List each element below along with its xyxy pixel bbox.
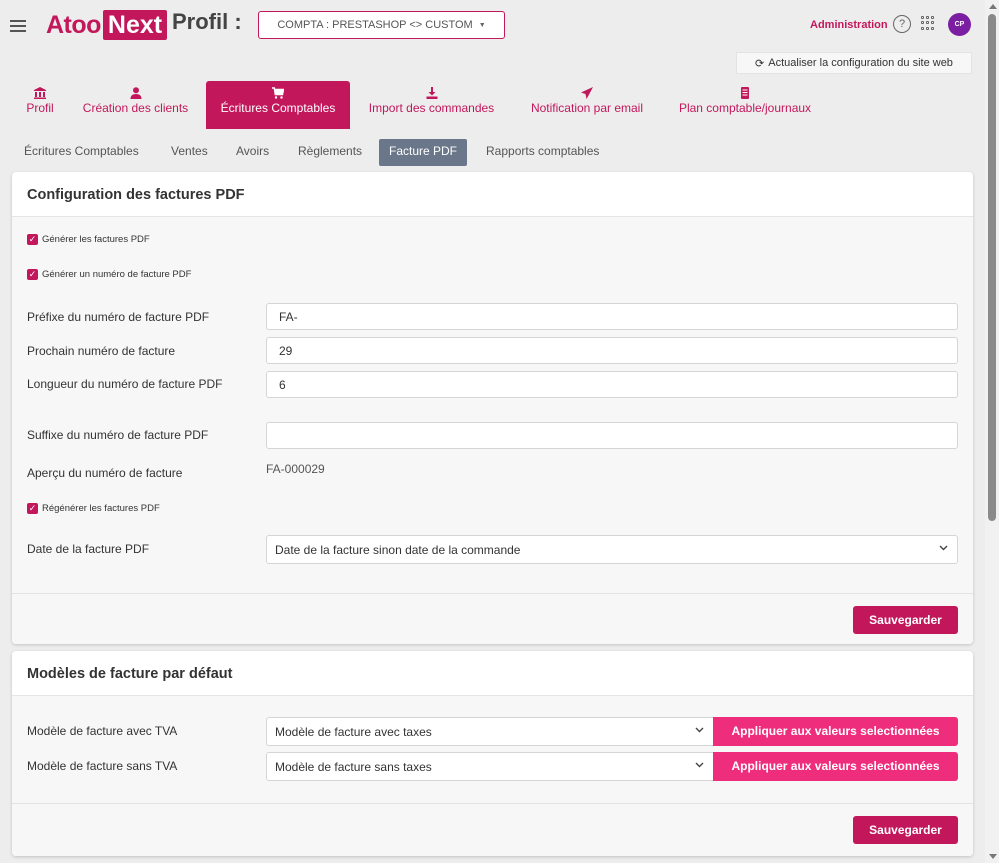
paper-plane-icon: [522, 87, 652, 99]
subtab-sales[interactable]: Ventes: [161, 139, 218, 166]
suffix-label: Suffixe du numéro de facture PDF: [27, 428, 209, 442]
next-number-input[interactable]: 29: [266, 337, 958, 364]
save-button[interactable]: Sauvegarder: [853, 606, 958, 634]
generate-pdf-checkbox[interactable]: ✓ Générer les factures PDF: [27, 234, 150, 245]
company-select-value: COMPTA : PRESTASHOP <> CUSTOM: [277, 19, 473, 31]
card-body: ✓ Générer les factures PDF ✓ Générer un …: [12, 217, 973, 593]
generate-number-checkbox[interactable]: ✓ Générer un numéro de facture PDF: [27, 269, 191, 280]
apps-grid-icon[interactable]: [921, 16, 935, 30]
refresh-label: Actualiser la configuration du site web: [768, 57, 953, 69]
length-input[interactable]: 6: [266, 371, 958, 398]
subtab-payments[interactable]: Règlements: [288, 139, 372, 166]
checkmark-icon: ✓: [27, 234, 38, 245]
bank-icon: [18, 87, 62, 99]
checkbox-label: Générer un numéro de facture PDF: [42, 269, 192, 280]
tab-import-orders[interactable]: Import des commandes: [361, 81, 502, 129]
tab-label: Écritures Comptables: [220, 101, 336, 115]
subtab-accounting-entries[interactable]: Écritures Comptables: [14, 139, 149, 166]
book-icon: [670, 87, 820, 99]
card-title: Modèles de facture par défaut: [12, 651, 973, 696]
date-select[interactable]: Date de la facture sinon date de la comm…: [266, 535, 958, 564]
novat-template-label: Modèle de facture sans TVA: [27, 759, 178, 773]
company-select[interactable]: COMPTA : PRESTASHOP <> CUSTOM ▼: [258, 11, 505, 39]
chevron-down-icon: [695, 725, 704, 736]
card-title: Configuration des factures PDF: [12, 172, 973, 217]
download-icon: [361, 87, 502, 99]
card-footer: Sauvegarder: [12, 593, 973, 644]
checkmark-icon: ✓: [27, 503, 38, 514]
scroll-down-arrow-icon[interactable]: [989, 854, 997, 859]
administration-link[interactable]: Administration: [810, 19, 888, 31]
tab-label: Profil: [26, 101, 54, 115]
chevron-down-icon: [695, 760, 704, 771]
cart-icon: [206, 87, 350, 99]
vat-template-label: Modèle de facture avec TVA: [27, 724, 178, 738]
subtab-pdf-invoice[interactable]: Facture PDF: [379, 139, 468, 166]
card-body: Modèle de facture avec TVA Modèle de fac…: [12, 696, 973, 803]
vat-template-value: Modèle de facture avec taxes: [275, 725, 432, 739]
card-footer: Sauvegarder: [12, 803, 973, 856]
tab-email-notification[interactable]: Notification par email: [522, 81, 652, 129]
novat-template-value: Modèle de facture sans taxes: [275, 760, 432, 774]
subtab-credits[interactable]: Avoirs: [226, 139, 279, 166]
checkmark-icon: ✓: [27, 269, 38, 280]
vat-template-select[interactable]: Modèle de facture avec taxes: [266, 717, 714, 746]
length-label: Longueur du numéro de facture PDF: [27, 377, 223, 391]
tab-label: Notification par email: [530, 101, 644, 115]
invoice-templates-card: Modèles de facture par défaut Modèle de …: [12, 651, 973, 856]
scroll-up-arrow-icon[interactable]: [989, 4, 997, 9]
logo-badge: Next: [102, 10, 168, 40]
novat-template-select[interactable]: Modèle de facture sans taxes: [266, 752, 714, 781]
regenerate-pdf-checkbox[interactable]: ✓ Régénérer les factures PDF: [27, 503, 160, 514]
date-label: Date de la facture PDF: [27, 542, 150, 556]
chevron-down-icon: [939, 543, 948, 554]
logo-text: Atoo: [46, 10, 101, 39]
hamburger-menu-icon[interactable]: [10, 20, 26, 32]
top-bar: Atoo Next Profil : COMPTA : PRESTASHOP <…: [0, 0, 985, 50]
tab-profil[interactable]: Profil: [18, 81, 62, 129]
refresh-site-config-button[interactable]: ⟳ Actualiser la configuration du site we…: [736, 52, 972, 74]
page-scrollbar[interactable]: [985, 0, 999, 863]
tab-label: Plan comptable/journaux: [678, 101, 812, 115]
caret-down-icon: ▼: [478, 21, 486, 29]
logo[interactable]: Atoo Next: [46, 10, 168, 40]
preview-label: Aperçu du numéro de facture: [27, 466, 183, 480]
user-icon: [75, 87, 196, 99]
scrollbar-thumb[interactable]: [988, 14, 996, 521]
tab-chart-of-accounts[interactable]: Plan comptable/journaux: [670, 81, 820, 129]
tab-accounting-entries[interactable]: Écritures Comptables: [206, 81, 350, 129]
checkbox-label: Régénérer les factures PDF: [42, 503, 160, 514]
subtab-accounting-reports[interactable]: Rapports comptables: [476, 139, 609, 166]
pdf-config-card: Configuration des factures PDF ✓ Générer…: [12, 172, 973, 644]
checkbox-label: Générer les factures PDF: [42, 234, 150, 245]
prefix-input[interactable]: FA-: [266, 303, 958, 330]
preview-value: FA-000029: [266, 462, 325, 476]
help-icon[interactable]: ?: [893, 15, 911, 33]
tab-label: Import des commandes: [368, 101, 495, 115]
date-select-value: Date de la facture sinon date de la comm…: [275, 543, 521, 557]
refresh-icon: ⟳: [755, 57, 765, 70]
tab-label: Création des clients: [82, 101, 189, 115]
apply-novat-button[interactable]: Appliquer aux valeurs selectionnées: [713, 752, 958, 781]
prefix-label: Préfixe du numéro de facture PDF: [27, 310, 210, 324]
page-title: Profil :: [172, 9, 242, 34]
tab-client-creation[interactable]: Création des clients: [75, 81, 196, 129]
avatar[interactable]: CP: [948, 13, 971, 36]
save-button[interactable]: Sauvegarder: [853, 816, 958, 844]
next-number-label: Prochain numéro de facture: [27, 344, 176, 358]
suffix-input[interactable]: [266, 422, 958, 449]
apply-vat-button[interactable]: Appliquer aux valeurs selectionnées: [713, 717, 958, 746]
